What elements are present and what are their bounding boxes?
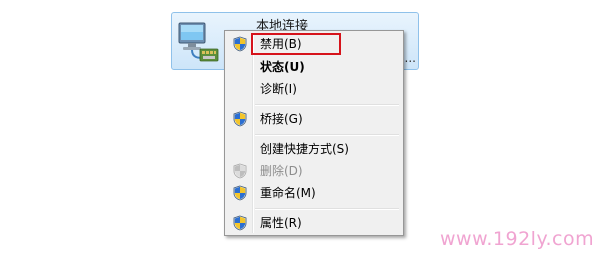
- menu-item-bridge[interactable]: 桥接(G): [227, 109, 401, 129]
- menu-item-create-shortcut[interactable]: 创建快捷方式(S): [227, 139, 401, 159]
- menu-item-label: 重命名(M): [260, 186, 316, 200]
- menu-item-label: 诊断(I): [260, 82, 297, 96]
- menu-item-delete: 删除(D): [227, 161, 401, 181]
- connection-status-ellipsis: ...: [404, 51, 416, 65]
- menu-item-properties[interactable]: 属性(R): [227, 213, 401, 233]
- uac-shield-icon: [233, 36, 247, 52]
- menu-item-label: 创建快捷方式(S): [260, 142, 349, 156]
- annotation-highlight-box: [251, 33, 341, 55]
- menu-item-status[interactable]: 状态(U): [227, 57, 401, 77]
- uac-shield-icon: [233, 215, 247, 231]
- menu-item-diagnose[interactable]: 诊断(I): [227, 79, 401, 99]
- desktop-area: 本地连接 ... 禁用(B) 状态(U) 诊断(I) 桥接(G) 创建快捷方式(…: [0, 0, 600, 255]
- uac-shield-icon: [233, 185, 247, 201]
- menu-separator: [255, 134, 399, 136]
- menu-item-label: 删除(D): [260, 164, 303, 178]
- menu-item-label: 桥接(G): [260, 112, 303, 126]
- menu-item-rename[interactable]: 重命名(M): [227, 183, 401, 203]
- context-menu: 禁用(B) 状态(U) 诊断(I) 桥接(G) 创建快捷方式(S) 删除(D) …: [224, 30, 404, 236]
- menu-separator: [255, 208, 399, 210]
- network-adapter-icon: [178, 22, 219, 62]
- uac-shield-icon: [233, 111, 247, 127]
- uac-shield-icon: [233, 163, 247, 179]
- menu-item-label: 状态(U): [260, 60, 305, 74]
- menu-item-label: 属性(R): [260, 216, 302, 230]
- site-watermark: www.192ly.com: [440, 228, 595, 250]
- menu-separator: [255, 104, 399, 106]
